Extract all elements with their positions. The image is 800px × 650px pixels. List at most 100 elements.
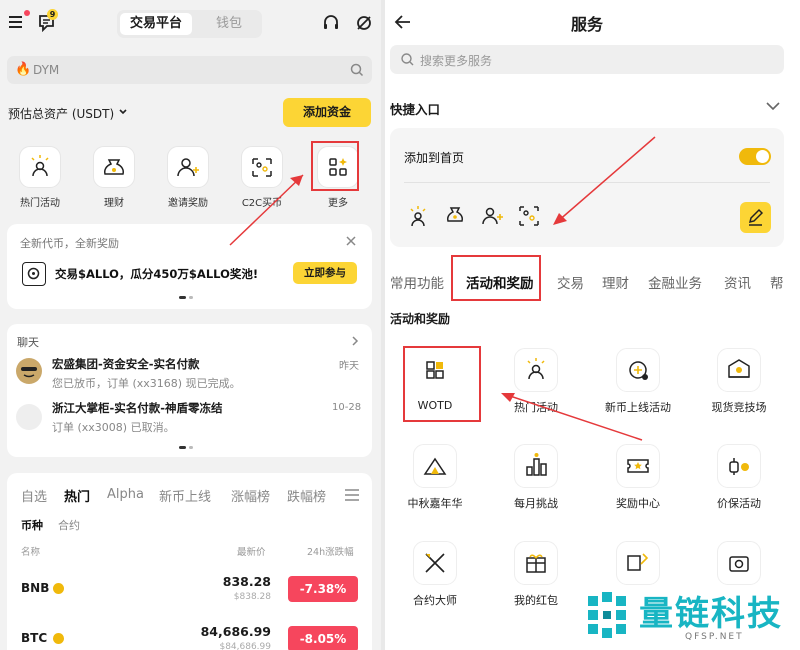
- service-search-input[interactable]: 搜索更多服务: [420, 52, 492, 69]
- col-name: 名称: [21, 547, 41, 558]
- service-search-bar[interactable]: 搜索更多服务: [390, 45, 784, 74]
- chat-card: 聊天 宏盛集团-资金安全-实名付款 昨天 您已放币，订单 (xx3168) 现已…: [7, 324, 372, 457]
- annotation-arrow: [229, 174, 304, 246]
- coin-price: 838.28: [222, 574, 271, 589]
- user-plus-icon[interactable]: [478, 202, 508, 232]
- services-screen: 服务 搜索更多服务 快捷入口 添加到首页 常用功能 活动和奖励 交易 理财 金融…: [385, 0, 800, 650]
- quick-invite-label: 邀请奖励: [168, 198, 208, 209]
- message-badge: 9: [47, 9, 58, 20]
- camera-box-icon: [729, 556, 749, 572]
- edit-shortcuts-button[interactable]: [740, 202, 771, 233]
- market-tab-hot[interactable]: 热门: [64, 486, 90, 505]
- chat-item-time: 昨天: [339, 361, 359, 372]
- bnb-badge-icon: [53, 633, 64, 644]
- top-tab-switch: 交易平台 钱包: [117, 10, 262, 38]
- menu-icon[interactable]: [8, 14, 24, 30]
- carousel-dot: [189, 296, 193, 299]
- service-spot-arena[interactable]: [717, 348, 761, 392]
- promo-text: 交易$ALLO，瓜分450万$ALLO奖池!: [55, 267, 259, 281]
- table-row[interactable]: BNB 838.28 $838.28 -7.38%: [7, 571, 372, 607]
- list-menu-icon[interactable]: [345, 489, 359, 501]
- headset-icon[interactable]: [322, 14, 340, 32]
- search-icon: [350, 63, 364, 77]
- service-reward-center-label: 奖励中心: [616, 497, 660, 510]
- gift-icon: [526, 554, 546, 573]
- close-icon[interactable]: [345, 235, 357, 247]
- quick-hot-activity-label: 热门活动: [20, 198, 60, 209]
- quick-earn[interactable]: [93, 146, 135, 188]
- chat-item[interactable]: 宏盛集团-资金安全-实名付款 昨天 您已放币，订单 (xx3168) 现已完成。: [7, 354, 372, 394]
- promo-header: 全新代币，全新奖励: [20, 237, 119, 250]
- category-tab-help[interactable]: 帮: [770, 272, 784, 292]
- carousel-dot-active: [179, 296, 186, 299]
- chat-item[interactable]: 浙江大掌柜-实名付款-神盾零冻结 10-28 订单 (xx3008) 已取消。: [7, 398, 372, 438]
- service-mid-autumn[interactable]: [413, 444, 457, 488]
- change-badge: -8.05%: [288, 626, 358, 650]
- service-spot-arena-label: 现货竞技场: [711, 401, 767, 414]
- subtab-contract[interactable]: 合约: [58, 517, 80, 533]
- market-tab-losers[interactable]: 跌幅榜: [287, 486, 326, 505]
- watermark-text: 量链科技: [639, 594, 783, 634]
- menu-notification-dot: [24, 10, 30, 16]
- service-monthly-challenge[interactable]: [514, 444, 558, 488]
- promo-card: 全新代币，全新奖励 交易$ALLO，瓜分450万$ALLO奖池! 立即参与: [7, 224, 372, 309]
- table-row[interactable]: BTC 84,686.99 $84,686.99 -8.05%: [7, 621, 372, 650]
- quick-hot-activity[interactable]: [19, 146, 61, 188]
- service-price-protect-label: 价保活动: [717, 497, 761, 510]
- market-tab-alpha[interactable]: Alpha: [107, 487, 144, 502]
- market-tab-favorites[interactable]: 自选: [21, 486, 47, 505]
- service-camera[interactable]: [717, 541, 761, 585]
- category-tab-earn[interactable]: 理财: [602, 272, 629, 292]
- search-bar[interactable]: 🔥 DYM: [7, 56, 372, 84]
- sun-person-icon[interactable]: [404, 202, 434, 232]
- service-monthly-challenge-label: 每月挑战: [514, 497, 558, 510]
- category-tab-common[interactable]: 常用功能: [390, 272, 444, 292]
- chevron-down-icon[interactable]: [118, 107, 128, 117]
- moneybag-icon[interactable]: [441, 202, 471, 232]
- toggle-knob: [756, 150, 769, 163]
- coin-symbol: BTC: [21, 631, 48, 645]
- avatar: [16, 358, 42, 384]
- category-tab-trade[interactable]: 交易: [557, 272, 584, 292]
- chat-item-name: 宏盛集团-资金安全-实名付款: [52, 357, 200, 371]
- tent-icon: [423, 457, 447, 475]
- add-to-home-toggle[interactable]: [739, 148, 771, 165]
- quick-invite[interactable]: [167, 146, 209, 188]
- sun-person-icon: [31, 155, 49, 177]
- service-red-packet[interactable]: [514, 541, 558, 585]
- tab-exchange[interactable]: 交易平台: [120, 13, 192, 35]
- service-reward-center[interactable]: [616, 444, 660, 488]
- category-tab-finance[interactable]: 金融业务: [648, 272, 702, 292]
- service-price-protect[interactable]: [717, 444, 761, 488]
- coin-price-usd: $84,686.99: [219, 642, 271, 650]
- shortcut-title: 快捷入口: [390, 102, 441, 117]
- back-arrow-icon[interactable]: [394, 13, 412, 31]
- estimated-assets-label: 预估总资产 (USDT): [8, 107, 115, 121]
- web3-icon[interactable]: [354, 13, 374, 33]
- chat-item-message: 订单 (xx3008) 已取消。: [52, 421, 175, 434]
- chat-item-name: 浙江大掌柜-实名付款-神盾零冻结: [52, 401, 223, 415]
- chat-item-message: 您已放币，订单 (xx3168) 现已完成。: [52, 377, 241, 390]
- chevron-right-icon[interactable]: [350, 336, 360, 346]
- search-input[interactable]: DYM: [33, 63, 59, 77]
- market-tab-new-listing[interactable]: 新币上线: [159, 486, 211, 505]
- service-futures-master-label: 合约大师: [413, 594, 457, 607]
- tab-wallet[interactable]: 钱包: [199, 13, 259, 35]
- annotation-box: [403, 346, 481, 422]
- chevron-down-icon[interactable]: [766, 101, 780, 111]
- c2c-users-icon[interactable]: [515, 202, 545, 232]
- join-now-button[interactable]: 立即参与: [293, 262, 357, 284]
- search-icon: [401, 53, 414, 66]
- add-funds-button[interactable]: 添加资金: [283, 98, 371, 127]
- category-tab-news[interactable]: 资讯: [724, 272, 751, 292]
- subtab-coin[interactable]: 币种: [21, 517, 43, 533]
- carousel-dot-active: [179, 446, 186, 449]
- avatar: [16, 404, 42, 430]
- service-futures-master[interactable]: [413, 541, 457, 585]
- market-tab-gainers[interactable]: 涨幅榜: [231, 486, 270, 505]
- chat-title: 聊天: [17, 336, 39, 349]
- bnb-badge-icon: [53, 583, 64, 594]
- ticket-star-icon: [627, 459, 649, 473]
- service-red-packet-label: 我的红包: [514, 594, 558, 607]
- service-book[interactable]: [616, 541, 660, 585]
